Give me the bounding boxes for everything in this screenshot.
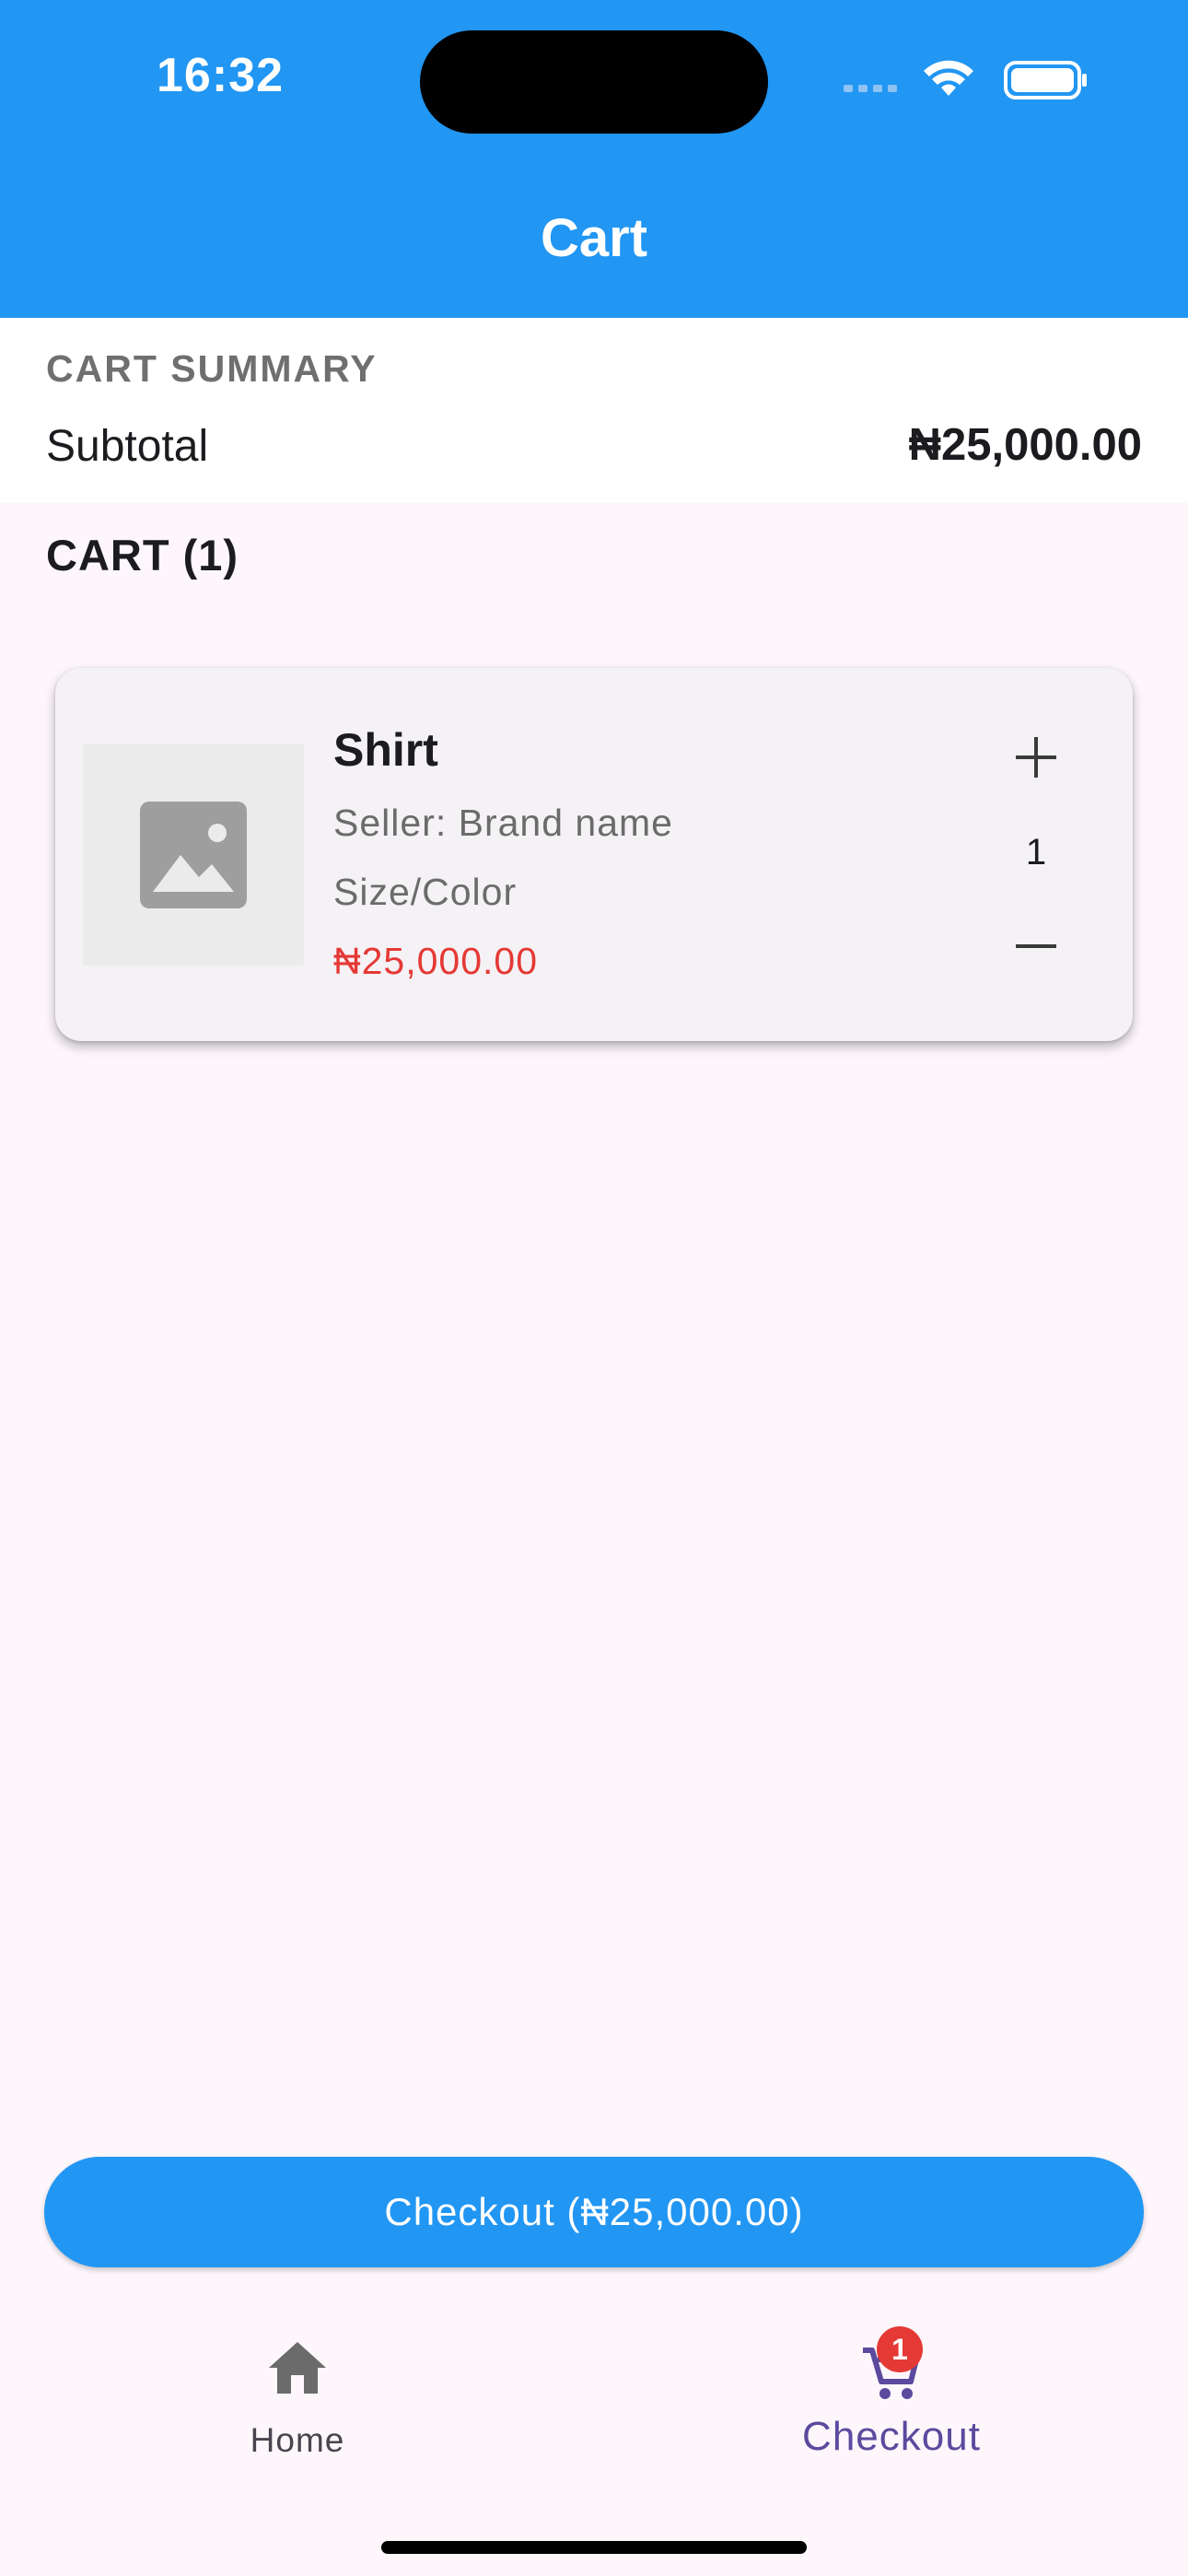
cart-heading: CART (1) bbox=[46, 531, 239, 580]
home-icon bbox=[269, 2342, 326, 2394]
cellular-signal-icon bbox=[844, 85, 897, 92]
cart-item-card: Shirt Seller: Brand name Size/Color ₦25,… bbox=[55, 668, 1133, 1041]
image-placeholder-icon bbox=[140, 802, 247, 908]
item-variant: Size/Color bbox=[333, 871, 518, 913]
product-image bbox=[83, 744, 304, 966]
battery-icon bbox=[1004, 61, 1087, 100]
nav-item-checkout[interactable]: 1 Checkout bbox=[753, 2326, 1030, 2469]
plus-icon bbox=[1016, 737, 1056, 778]
summary-heading: CART SUMMARY bbox=[46, 347, 378, 390]
checkout-button[interactable]: Checkout (₦25,000.00) bbox=[44, 2157, 1144, 2267]
home-indicator bbox=[381, 2541, 807, 2554]
page-title: Cart bbox=[540, 208, 648, 268]
increase-quantity-button[interactable] bbox=[995, 716, 1077, 799]
wifi-icon bbox=[924, 60, 973, 96]
app-bar: 16:32 Cart bbox=[0, 0, 1188, 318]
item-seller: Seller: Brand name bbox=[333, 802, 673, 844]
subtotal-value: ₦25,000.00 bbox=[908, 420, 1142, 470]
item-name: Shirt bbox=[333, 724, 438, 776]
subtotal-label: Subtotal bbox=[46, 422, 209, 471]
cart-count-badge: 1 bbox=[877, 2326, 923, 2372]
minus-icon bbox=[1016, 944, 1056, 948]
decrease-quantity-button[interactable] bbox=[995, 905, 1077, 988]
status-time: 16:32 bbox=[157, 49, 284, 102]
cart-summary: CART SUMMARY Subtotal ₦25,000.00 bbox=[0, 318, 1188, 502]
nav-item-home[interactable]: Home bbox=[159, 2340, 436, 2469]
status-icons bbox=[844, 60, 1087, 100]
nav-label-checkout: Checkout bbox=[802, 2414, 981, 2459]
item-price: ₦25,000.00 bbox=[333, 940, 539, 982]
dynamic-island bbox=[420, 30, 768, 134]
quantity-value: 1 bbox=[1025, 832, 1047, 872]
nav-label-home: Home bbox=[250, 2421, 345, 2459]
